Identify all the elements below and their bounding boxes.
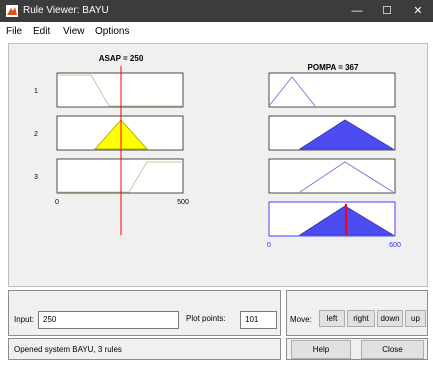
input-field[interactable]: 250	[38, 311, 179, 329]
input-axis-min: 0	[55, 199, 59, 206]
output-mf-rule-1	[268, 72, 396, 108]
maximize-button[interactable]: ☐	[372, 0, 402, 22]
move-down-button[interactable]: down	[377, 310, 403, 327]
input-label: Input:	[14, 315, 35, 324]
menu-bar: File Edit View Options	[0, 22, 433, 41]
menu-options[interactable]: Options	[95, 26, 129, 37]
output-title: POMPA = 367	[308, 63, 359, 72]
plot-points-label: Plot points:	[186, 314, 226, 323]
status-bar: Opened system BAYU, 3 rules	[8, 338, 281, 360]
input-mf-rule-2[interactable]	[56, 115, 184, 151]
aggregated-output-plot	[268, 201, 396, 237]
matlab-icon	[6, 5, 18, 17]
close-button[interactable]: Close	[361, 340, 424, 359]
controls-area: Input: 250 Plot points: 101 Move: left r…	[8, 290, 428, 362]
rule-number-3: 3	[34, 174, 38, 181]
input-mf-rule-3[interactable]	[56, 158, 184, 194]
move-right-button[interactable]: right	[347, 310, 375, 327]
title-bar: Rule Viewer: BAYU — ☐ ✕	[0, 0, 433, 22]
rule-number-2: 2	[34, 131, 38, 138]
input-title: ASAP = 250	[99, 54, 144, 63]
move-up-button[interactable]: up	[405, 310, 426, 327]
status-text: Opened system BAYU, 3 rules	[14, 345, 122, 354]
output-axis-max: 600	[389, 242, 401, 249]
move-label: Move:	[290, 315, 312, 324]
menu-view[interactable]: View	[63, 26, 85, 37]
menu-file[interactable]: File	[6, 26, 22, 37]
help-button[interactable]: Help	[291, 340, 351, 359]
minimize-button[interactable]: —	[342, 0, 372, 22]
input-mf-rule-1[interactable]	[56, 72, 184, 108]
output-axis-min: 0	[267, 242, 271, 249]
output-mf-rule-2	[268, 115, 396, 151]
close-window-button[interactable]: ✕	[403, 0, 433, 22]
menu-edit[interactable]: Edit	[33, 26, 50, 37]
input-axis-max: 500	[177, 199, 189, 206]
output-mf-rule-3	[268, 158, 396, 194]
window-title: Rule Viewer: BAYU	[23, 5, 109, 16]
move-left-button[interactable]: left	[319, 310, 345, 327]
rule-plots-panel: ASAP = 250 POMPA = 367 1 2 3 0 500 0 600	[8, 43, 428, 287]
rule-plots: ASAP = 250 POMPA = 367 1 2 3 0 500 0 600	[34, 54, 401, 249]
rule-number-1: 1	[34, 88, 38, 95]
plot-points-field[interactable]: 101	[240, 311, 277, 329]
